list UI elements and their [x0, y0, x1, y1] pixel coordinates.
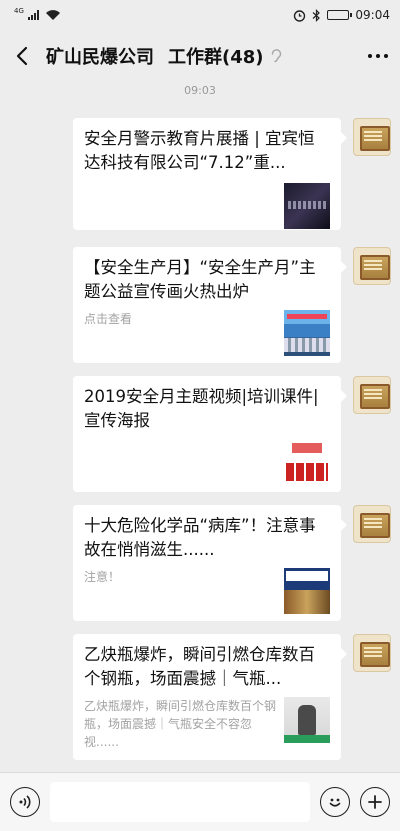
article-title: 【安全生产月】“安全生产月”主题公益宣传画火热出炉 [84, 258, 316, 301]
message: 安全月警示教育片展播 | 宜宾恒达科技有限公司“7.12”重... [0, 118, 400, 238]
chevron-left-icon [16, 46, 28, 66]
article-thumbnail [284, 697, 330, 743]
article-body: 乙炔瓶爆炸，瞬间引燃仓库数百个钢瓶，场面震撼｜气瓶安全不容忽视...... [84, 697, 330, 751]
chat-name: 矿山民爆公司 [46, 47, 154, 68]
article-desc: 注意！ [84, 570, 121, 584]
voice-button[interactable] [10, 787, 40, 817]
message: 2019安全月主题视频|培训课件|宣传海报 [0, 376, 400, 496]
ellipsis-icon [368, 54, 372, 58]
signal-icon [27, 10, 39, 20]
article-thumbnail [284, 183, 330, 229]
clock: 09:04 [355, 8, 390, 22]
article-desc: 点击查看 [84, 312, 133, 326]
nav-bar: 矿山民爆公司 工作群(48) [0, 30, 400, 82]
voice-icon [19, 795, 31, 809]
article-desc [84, 439, 284, 485]
article-title: 2019安全月主题视频|培训课件|宣传海报 [84, 387, 319, 430]
message-input[interactable] [50, 782, 310, 822]
article-card[interactable]: 乙炔瓶爆炸，瞬间引燃仓库数百个钢瓶，场面震撼｜气瓶... 乙炔瓶爆炸，瞬间引燃仓… [73, 634, 347, 760]
alarm-icon [294, 9, 306, 22]
avatar[interactable] [353, 376, 391, 414]
article-card[interactable]: 2019安全月主题视频|培训课件|宣传海报 [73, 376, 347, 492]
wifi-icon [45, 10, 60, 20]
article-thumbnail [284, 310, 330, 356]
article-desc: 乙炔瓶爆炸，瞬间引燃仓库数百个钢瓶，场面震撼｜气瓶安全不容忽视...... [84, 699, 277, 749]
plus-button[interactable] [360, 787, 390, 817]
article-card[interactable]: 十大危险化学品“病库”！注意事故在悄悄滋生...... 注意！ [73, 505, 347, 621]
avatar[interactable] [353, 247, 391, 285]
article-body: 注意！ [84, 568, 330, 614]
article-body [84, 439, 330, 485]
emoji-button[interactable] [320, 787, 350, 817]
avatar[interactable] [353, 118, 391, 156]
message: 【安全生产月】“安全生产月”主题公益宣传画火热出炉 点击查看 [0, 247, 400, 367]
message: 十大危险化学品“病库”！注意事故在悄悄滋生...... 注意！ [0, 505, 400, 625]
input-actions [320, 787, 390, 817]
more-button[interactable] [368, 54, 388, 58]
avatar[interactable] [353, 505, 391, 543]
article-thumbnail [284, 439, 330, 485]
article-title: 十大危险化学品“病库”！注意事故在悄悄滋生...... [84, 516, 316, 559]
plus-icon [368, 795, 382, 809]
avatar[interactable] [353, 634, 391, 672]
message: 乙炔瓶爆炸，瞬间引燃仓库数百个钢瓶，场面震撼｜气瓶... 乙炔瓶爆炸，瞬间引燃仓… [0, 634, 400, 760]
group-label: 工作群(48) [168, 47, 264, 68]
chat-timestamp: 09:03 [184, 84, 216, 97]
status-left: 4G [14, 7, 61, 21]
article-body [84, 183, 330, 229]
article-title: 乙炔瓶爆炸，瞬间引燃仓库数百个钢瓶，场面震撼｜气瓶... [84, 645, 315, 688]
article-body: 点击查看 [84, 310, 330, 356]
article-title: 安全月警示教育片展播 | 宜宾恒达科技有限公司“7.12”重... [84, 129, 315, 172]
network-type: 4G [14, 7, 24, 15]
bluetooth-icon [313, 8, 321, 22]
input-bar [0, 772, 400, 831]
battery-icon [327, 10, 353, 20]
article-thumbnail [284, 568, 330, 614]
ear-icon [271, 49, 281, 63]
emoji-icon [329, 798, 341, 807]
article-card[interactable]: 安全月警示教育片展播 | 宜宾恒达科技有限公司“7.12”重... [73, 118, 347, 230]
back-button[interactable] [12, 45, 34, 67]
status-right: 09:04 [293, 8, 390, 22]
status-bar: 4G 09:04 [0, 0, 400, 30]
chat-title[interactable]: 矿山民爆公司 工作群(48) [46, 43, 282, 69]
article-desc [84, 183, 284, 229]
article-card[interactable]: 【安全生产月】“安全生产月”主题公益宣传画火热出炉 点击查看 [73, 247, 347, 363]
